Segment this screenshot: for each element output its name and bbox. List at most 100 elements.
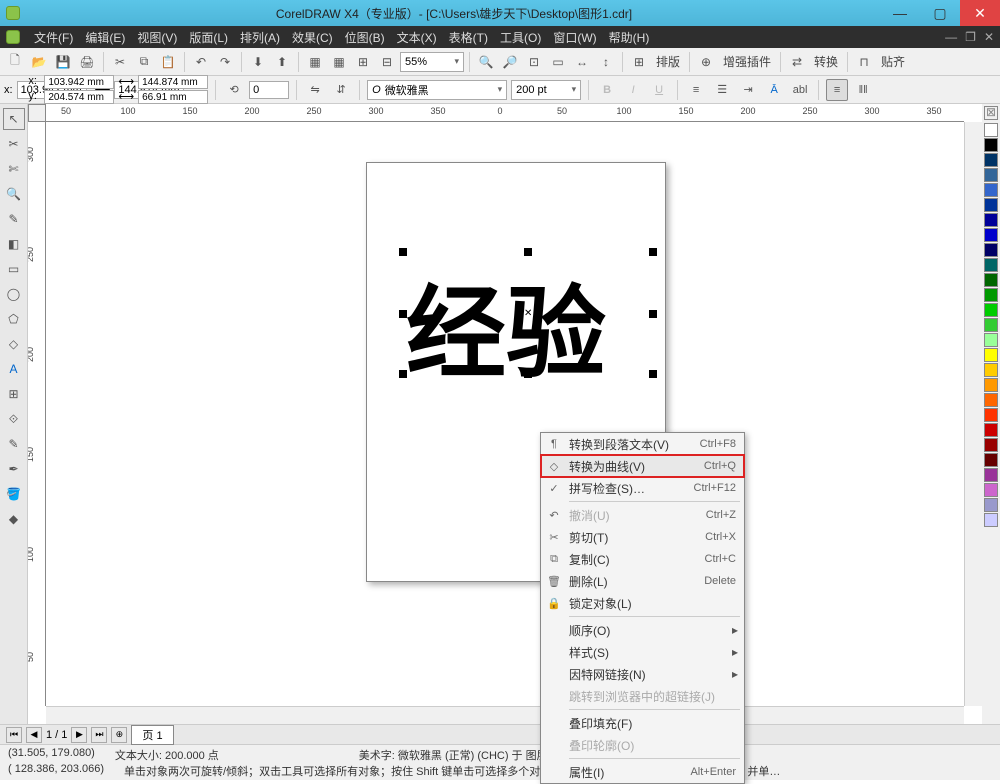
menu-H[interactable]: 帮助(H) — [603, 27, 656, 48]
menu-B[interactable]: 位图(B) — [339, 27, 391, 48]
interactive-fill-icon[interactable]: ◆ — [3, 508, 25, 530]
zoom-dropdown[interactable]: 55% — [400, 52, 464, 72]
export-icon[interactable]: ⬆ — [271, 51, 293, 73]
sel-center-icon[interactable]: ✕ — [524, 308, 532, 319]
color-swatch[interactable] — [984, 168, 998, 182]
color-swatch[interactable] — [984, 198, 998, 212]
bullets-icon[interactable]: ☰ — [711, 79, 733, 101]
fill-tool-icon[interactable]: 🪣 — [3, 483, 25, 505]
sel-handle-br[interactable] — [649, 370, 657, 378]
undo-icon[interactable]: ↶ — [190, 51, 212, 73]
bold-icon[interactable]: B — [596, 79, 618, 101]
menu-X[interactable]: 文本(X) — [391, 27, 443, 48]
freehand-tool-icon[interactable]: ✎ — [3, 208, 25, 230]
import-icon[interactable]: ⬇ — [247, 51, 269, 73]
pick-tool-icon[interactable]: ↖ — [3, 108, 25, 130]
plugin-label[interactable]: 增强插件 — [719, 53, 775, 70]
maximize-button[interactable]: ▢ — [920, 0, 960, 26]
scrollbar-horizontal[interactable] — [46, 706, 964, 724]
scrollbar-vertical[interactable] — [964, 122, 982, 706]
context-item[interactable]: 🗑删除(L)Delete — [541, 570, 744, 592]
zoom-in-icon[interactable]: 🔍 — [475, 51, 497, 73]
color-swatch[interactable] — [984, 258, 998, 272]
mirror-v-icon[interactable]: ⇵ — [330, 79, 352, 101]
print-icon[interactable]: 🖨 — [76, 51, 98, 73]
color-swatch[interactable] — [984, 303, 998, 317]
context-item[interactable]: ✓拼写检查(S)…Ctrl+F12 — [541, 477, 744, 499]
sel-handle-tc[interactable] — [524, 248, 532, 256]
sel-handle-mr[interactable] — [649, 310, 657, 318]
color-swatch[interactable] — [984, 438, 998, 452]
menu-F[interactable]: 文件(F) — [28, 27, 79, 48]
color-swatch[interactable] — [984, 363, 998, 377]
color-swatch[interactable] — [984, 213, 998, 227]
context-item[interactable]: 🔒锁定对象(L) — [541, 592, 744, 614]
grid-icon[interactable]: ⊞ — [628, 51, 650, 73]
context-item[interactable]: 属性(I)Alt+Enter — [541, 761, 744, 783]
color-swatch[interactable] — [984, 468, 998, 482]
align-label[interactable]: 贴齐 — [877, 53, 909, 70]
sel-handle-tr[interactable] — [649, 248, 657, 256]
color-swatch[interactable] — [984, 153, 998, 167]
vert-text-icon[interactable]: ‖‖ — [852, 79, 874, 101]
color-swatch[interactable] — [984, 123, 998, 137]
underline-icon[interactable]: U — [648, 79, 670, 101]
page-tab[interactable]: 页 1 — [131, 725, 173, 745]
zoom-out-icon[interactable]: 🔎 — [499, 51, 521, 73]
page-prev-button[interactable]: ◀ — [26, 727, 42, 743]
new-icon[interactable]: 🗋 — [4, 51, 26, 73]
color-swatch[interactable] — [984, 243, 998, 257]
minimize-button[interactable]: — — [880, 0, 920, 26]
context-item[interactable]: 因特网链接(N) — [541, 663, 744, 685]
ruler-vertical[interactable]: 30025020015010050 — [28, 122, 46, 706]
italic-icon[interactable]: I — [622, 79, 644, 101]
layout-label[interactable]: 排版 — [652, 53, 684, 70]
color-swatch[interactable] — [984, 498, 998, 512]
menu-A[interactable]: 排列(A) — [234, 27, 286, 48]
page-last-button[interactable]: ⏭ — [91, 727, 107, 743]
rotation-input[interactable] — [249, 81, 289, 99]
outline-tool-icon[interactable]: ✒ — [3, 458, 25, 480]
context-item[interactable]: 顺序(O) — [541, 619, 744, 641]
tb-icon-1[interactable]: ▦ — [304, 51, 326, 73]
copy-icon[interactable]: ⧉ — [133, 51, 155, 73]
context-item[interactable]: ✂剪切(T)Ctrl+X — [541, 526, 744, 548]
color-swatch[interactable] — [984, 333, 998, 347]
indent-icon[interactable]: ⇥ — [737, 79, 759, 101]
align-icon[interactable]: ⊓ — [853, 51, 875, 73]
text-direction-icon[interactable]: Ā — [763, 79, 785, 101]
fontsize-dropdown[interactable]: 200 pt — [511, 80, 581, 100]
context-item[interactable]: ¶转换到段落文本(V)Ctrl+F8 — [541, 433, 744, 455]
zoom-height-icon[interactable]: ↕ — [595, 51, 617, 73]
align-left-icon[interactable]: ≡ — [685, 79, 707, 101]
open-icon[interactable]: 📂 — [28, 51, 50, 73]
context-item[interactable]: ◇转换为曲线(V)Ctrl+Q — [541, 455, 744, 477]
color-swatch[interactable] — [984, 453, 998, 467]
paste-icon[interactable]: 📋 — [157, 51, 179, 73]
menu-E[interactable]: 编辑(E) — [79, 27, 131, 48]
cut-icon[interactable]: ✂ — [109, 51, 131, 73]
mdi-close-button[interactable]: ✕ — [984, 30, 994, 44]
canvas[interactable]: 经验 ✕ — [46, 122, 964, 706]
shape-tool-icon[interactable]: ✂ — [3, 133, 25, 155]
menu-O[interactable]: 工具(O) — [494, 27, 547, 48]
ellipse-tool-icon[interactable]: ◯ — [3, 283, 25, 305]
zoom-tool-icon[interactable]: 🔍 — [3, 183, 25, 205]
crop-tool-icon[interactable]: ✄ — [3, 158, 25, 180]
convert-icon[interactable]: ⇄ — [786, 51, 808, 73]
tb-icon-3[interactable]: ⊞ — [352, 51, 374, 73]
rectangle-tool-icon[interactable]: ▭ — [3, 258, 25, 280]
blend-tool-icon[interactable]: ⟐ — [3, 408, 25, 430]
no-color-swatch[interactable]: ⊠ — [984, 106, 998, 120]
table-tool-icon[interactable]: ⊞ — [3, 383, 25, 405]
color-swatch[interactable] — [984, 423, 998, 437]
menu-W[interactable]: 窗口(W) — [547, 27, 602, 48]
menu-T[interactable]: 表格(T) — [443, 27, 494, 48]
sel-handle-ml[interactable] — [399, 310, 407, 318]
basic-shapes-icon[interactable]: ◇ — [3, 333, 25, 355]
color-swatch[interactable] — [984, 138, 998, 152]
color-swatch[interactable] — [984, 483, 998, 497]
canvas-area[interactable]: 5010015020025030035005010015020025030035… — [28, 104, 982, 724]
color-swatch[interactable] — [984, 348, 998, 362]
color-swatch[interactable] — [984, 408, 998, 422]
